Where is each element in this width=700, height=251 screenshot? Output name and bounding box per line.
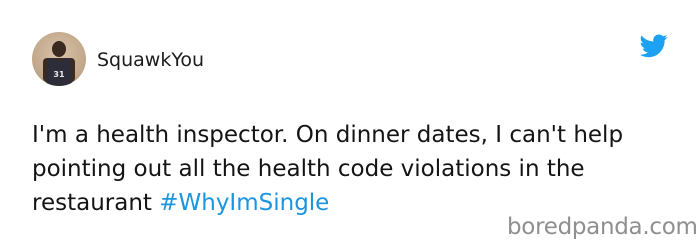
- username[interactable]: SquawkYou: [97, 49, 204, 71]
- tweet-text-segment: restaurant: [32, 190, 160, 216]
- tweet-text-line: I'm a health inspector. On dinner dates,…: [32, 122, 624, 148]
- tweet-card: 31 SquawkYou I'm a health inspector. On …: [0, 0, 700, 251]
- user-avatar[interactable]: 31: [32, 32, 86, 86]
- boredpanda-watermark: boredpanda.com: [507, 214, 698, 240]
- hashtag-link[interactable]: #WhyImSingle: [159, 190, 329, 216]
- jersey-number: 31: [53, 70, 65, 79]
- twitter-bird-icon[interactable]: [639, 34, 668, 58]
- avatar-image: 31: [32, 32, 86, 86]
- tweet-text-line: pointing out all the health code violati…: [32, 156, 585, 182]
- tweet-text: I'm a health inspector. On dinner dates,…: [32, 118, 672, 220]
